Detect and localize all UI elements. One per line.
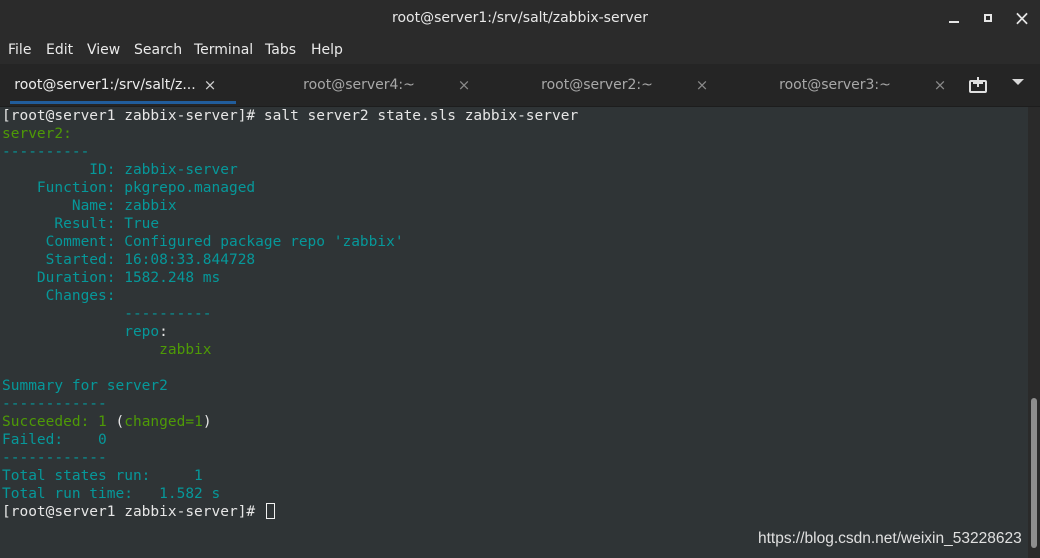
terminal-output[interactable]: [root@server1 zabbix-server]# salt serve…	[0, 107, 1028, 558]
started-line: Started: 16:08:33.844728	[2, 252, 256, 268]
tab-label: root@server1:/srv/salt/z...	[14, 77, 196, 93]
menu-tabs[interactable]: Tabs	[265, 36, 296, 64]
maximize-icon	[984, 14, 992, 22]
separator-line: ----------	[2, 144, 90, 160]
terminal-window: root@server1:/srv/salt/zabbix-server × F…	[0, 0, 1040, 558]
tab-server2[interactable]: root@server2:~ ×	[492, 64, 728, 106]
total-states-line: Total states run: 1	[2, 468, 203, 484]
tab-bar: root@server1:/srv/salt/z... × root@serve…	[0, 64, 1040, 107]
menu-terminal[interactable]: Terminal	[194, 36, 253, 64]
tab-menu-chevron-down-icon[interactable]	[1012, 79, 1024, 85]
menu-search[interactable]: Search	[134, 36, 182, 64]
menu-help[interactable]: Help	[311, 36, 343, 64]
scrollbar-thumb[interactable]	[1031, 398, 1037, 548]
tab-close-icon[interactable]: ×	[930, 75, 950, 95]
failed-line: Failed: 0	[2, 432, 107, 448]
new-tab-icon[interactable]	[968, 76, 988, 94]
summary-separator-2: ------------	[2, 450, 107, 466]
tab-server4[interactable]: root@server4:~ ×	[254, 64, 490, 106]
comment-line: Comment: Configured package repo 'zabbix…	[2, 234, 404, 250]
menu-bar: File Edit View Search Terminal Tabs Help	[0, 36, 1040, 64]
function-line: Function: pkgrepo.managed	[2, 180, 256, 196]
text-cursor	[265, 503, 275, 519]
command: salt server2 state.sls zabbix-server	[263, 108, 579, 124]
close-button[interactable]: ×	[1012, 8, 1032, 28]
result-line: Result: True	[2, 216, 160, 232]
title-bar[interactable]: root@server1:/srv/salt/zabbix-server ×	[0, 0, 1040, 36]
tab-label: root@server4:~	[303, 77, 415, 93]
close-icon: ×	[1013, 6, 1031, 30]
final-prompt-line: [root@server1 zabbix-server]#	[2, 503, 275, 521]
duration-line: Duration: 1582.248 ms	[2, 270, 221, 286]
repo-value-line: zabbix	[2, 342, 212, 358]
minimize-button[interactable]	[944, 8, 964, 28]
window-title: root@server1:/srv/salt/zabbix-server	[392, 10, 648, 26]
host-line: server2:	[2, 126, 72, 142]
tab-close-icon[interactable]: ×	[200, 75, 220, 95]
prompt: [root@server1 zabbix-server]#	[2, 504, 264, 520]
prompt: [root@server1 zabbix-server]#	[2, 108, 264, 124]
tab-close-icon[interactable]: ×	[692, 75, 712, 95]
tab-close-icon[interactable]: ×	[454, 75, 474, 95]
succeeded-line: Succeeded: 1 (changed=1)	[2, 414, 212, 430]
changes-line: Changes:	[2, 288, 125, 304]
id-line: ID: zabbix-server	[2, 162, 238, 178]
tab-server3[interactable]: root@server3:~ ×	[730, 64, 966, 106]
menu-view[interactable]: View	[87, 36, 120, 64]
changes-separator: ----------	[2, 306, 212, 322]
command-line: [root@server1 zabbix-server]# salt serve…	[2, 107, 578, 125]
name-line: Name: zabbix	[2, 198, 177, 214]
maximize-button[interactable]	[978, 8, 998, 28]
summary-line: Summary for server2	[2, 378, 168, 394]
menu-file[interactable]: File	[8, 36, 31, 64]
watermark: https://blog.csdn.net/weixin_53228623	[758, 530, 1022, 547]
repo-line: repo:	[124, 324, 168, 340]
tab-label: root@server2:~	[541, 77, 653, 93]
menu-edit[interactable]: Edit	[46, 36, 73, 64]
total-time-line: Total run time: 1.582 s	[2, 486, 221, 502]
tab-server1[interactable]: root@server1:/srv/salt/z... ×	[0, 64, 236, 106]
minimize-icon	[949, 21, 959, 23]
summary-separator: ------------	[2, 396, 107, 412]
tab-label: root@server3:~	[779, 77, 891, 93]
